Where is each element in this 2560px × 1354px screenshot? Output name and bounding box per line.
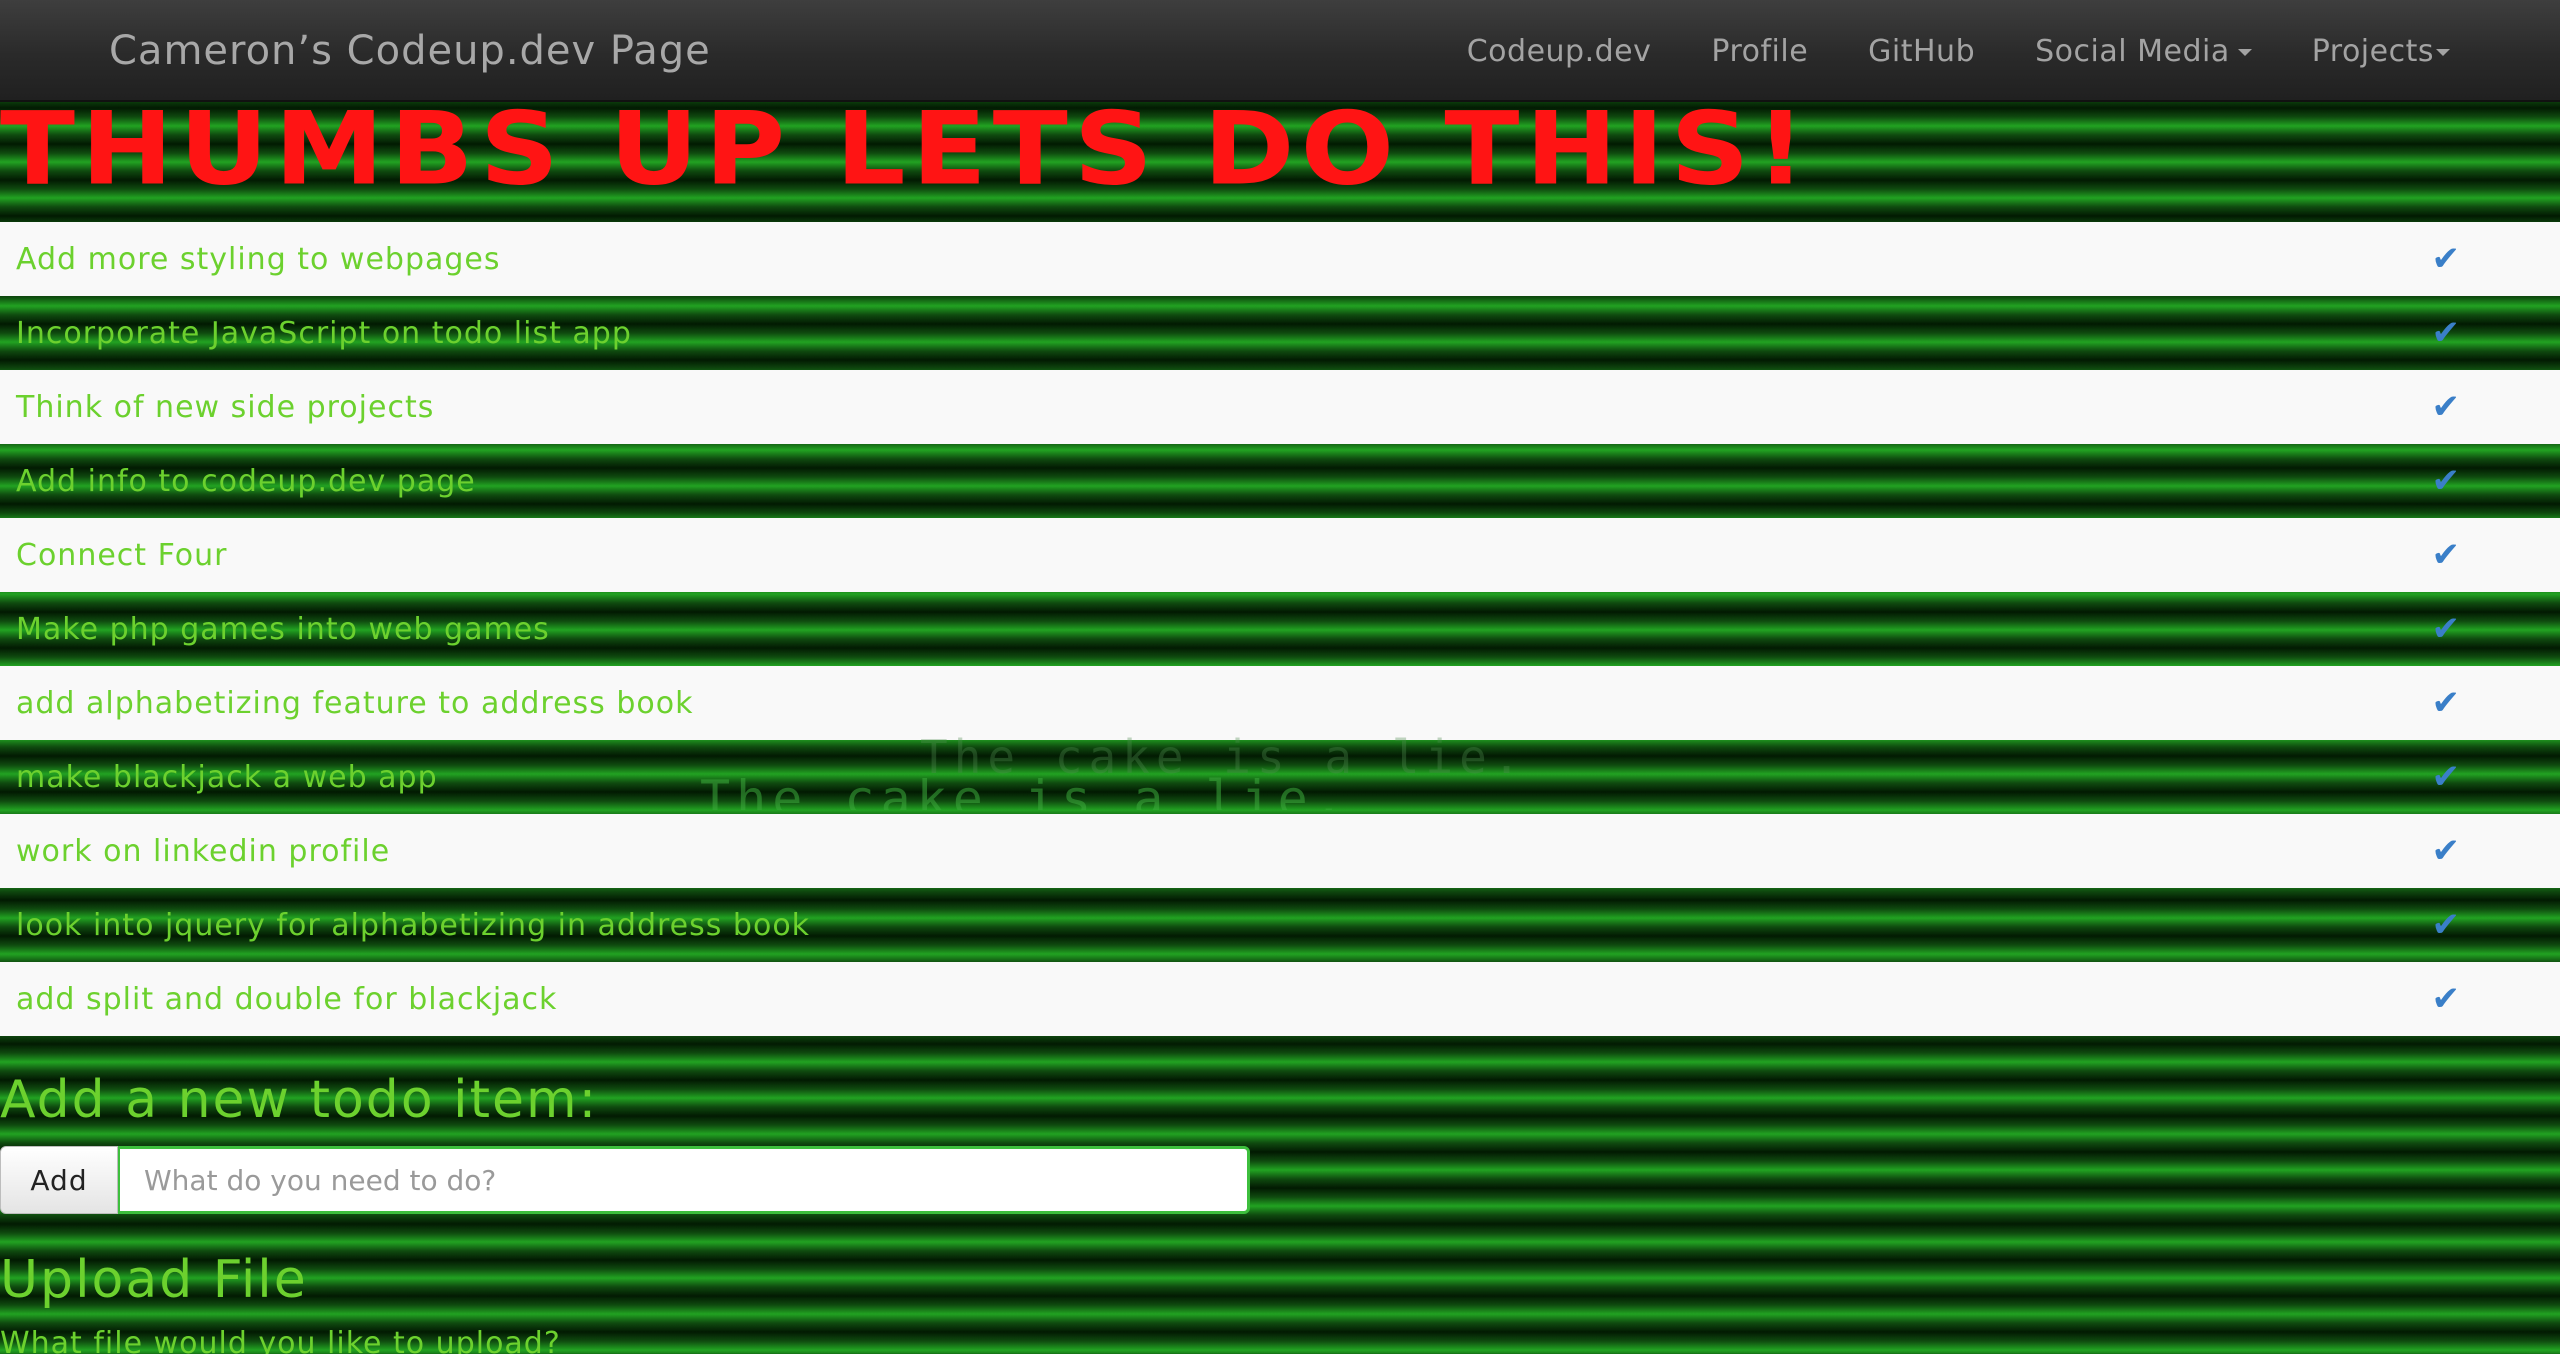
nav-item-label: Codeup.dev [1466, 34, 1652, 69]
page-headline: THUMBS UP LETS DO THIS! [0, 89, 1812, 208]
todo-item: Connect Four ✔ [0, 518, 2560, 592]
todo-item-text: work on linkedin profile [16, 833, 391, 869]
todo-item-text: Incorporate JavaScript on todo list app [16, 315, 632, 351]
nav-item-label: Social Media [2035, 34, 2230, 69]
todo-item: Add more styling to webpages ✔ [0, 222, 2560, 296]
nav-item-github[interactable]: GitHub [1868, 34, 1975, 69]
check-icon[interactable]: ✔ [2432, 979, 2461, 1019]
todo-item: add split and double for blackjack ✔ [0, 962, 2560, 1036]
todo-item-text: Add info to codeup.dev page [16, 463, 476, 499]
check-icon[interactable]: ✔ [2432, 905, 2461, 945]
todo-item-text: Think of new side projects [16, 389, 435, 425]
check-icon[interactable]: ✔ [2432, 313, 2461, 353]
nav-item-projects-dropdown[interactable]: Projects [2312, 34, 2450, 69]
check-icon[interactable]: ✔ [2432, 461, 2461, 501]
check-icon[interactable]: ✔ [2432, 683, 2461, 723]
todo-list: Add more styling to webpages ✔ Incorpora… [0, 222, 2560, 1036]
todo-item: Think of new side projects ✔ [0, 370, 2560, 444]
nav-item-label: Projects [2311, 34, 2434, 69]
todo-item: Incorporate JavaScript on todo list app … [0, 296, 2560, 370]
todo-item: work on linkedin profile ✔ [0, 814, 2560, 888]
add-button[interactable]: Add [0, 1146, 118, 1214]
navbar-menu: Codeup.dev Profile GitHub Social Media P… [1407, 34, 2450, 69]
nav-item-social-media-dropdown[interactable]: Social Media [2035, 34, 2252, 69]
check-icon[interactable]: ✔ [2432, 239, 2461, 279]
add-todo-heading: Add a new todo item: [0, 1070, 599, 1130]
todo-item-text: Add more styling to webpages [16, 241, 501, 277]
todo-item-text: look into jquery for alphabetizing in ad… [16, 907, 811, 943]
caret-down-icon [2237, 49, 2252, 56]
todo-item: look into jquery for alphabetizing in ad… [0, 888, 2560, 962]
navbar-brand[interactable]: Cameron’s Codeup.dev Page [109, 28, 711, 74]
check-icon[interactable]: ✔ [2432, 609, 2461, 649]
add-todo-form: Add [0, 1146, 1250, 1214]
upload-file-question: What file would you like to upload? [0, 1326, 561, 1354]
nav-item-label: GitHub [1868, 34, 1976, 69]
check-icon[interactable]: ✔ [2432, 387, 2461, 427]
upload-file-heading: Upload File [0, 1250, 308, 1310]
todo-item-text: make blackjack a web app [16, 759, 438, 795]
todo-item: Make php games into web games ✔ [0, 592, 2560, 666]
todo-item-text: add alphabetizing feature to address boo… [16, 685, 694, 721]
navbar: Cameron’s Codeup.dev Page Codeup.dev Pro… [0, 0, 2560, 102]
check-icon[interactable]: ✔ [2432, 535, 2461, 575]
nav-item-label: Profile [1711, 34, 1809, 69]
todo-item: make blackjack a web app ✔ [0, 740, 2560, 814]
todo-item: add alphabetizing feature to address boo… [0, 666, 2560, 740]
check-icon[interactable]: ✔ [2432, 831, 2461, 871]
todo-item-text: Connect Four [16, 537, 228, 573]
caret-down-icon [2436, 49, 2450, 56]
todo-input[interactable] [118, 1146, 1250, 1214]
todo-item-text: add split and double for blackjack [16, 981, 558, 1017]
todo-item-text: Make php games into web games [16, 611, 550, 647]
nav-item-profile[interactable]: Profile [1711, 34, 1808, 69]
nav-item-codeup[interactable]: Codeup.dev [1467, 34, 1652, 69]
todo-item: Add info to codeup.dev page ✔ [0, 444, 2560, 518]
check-icon[interactable]: ✔ [2432, 757, 2461, 797]
